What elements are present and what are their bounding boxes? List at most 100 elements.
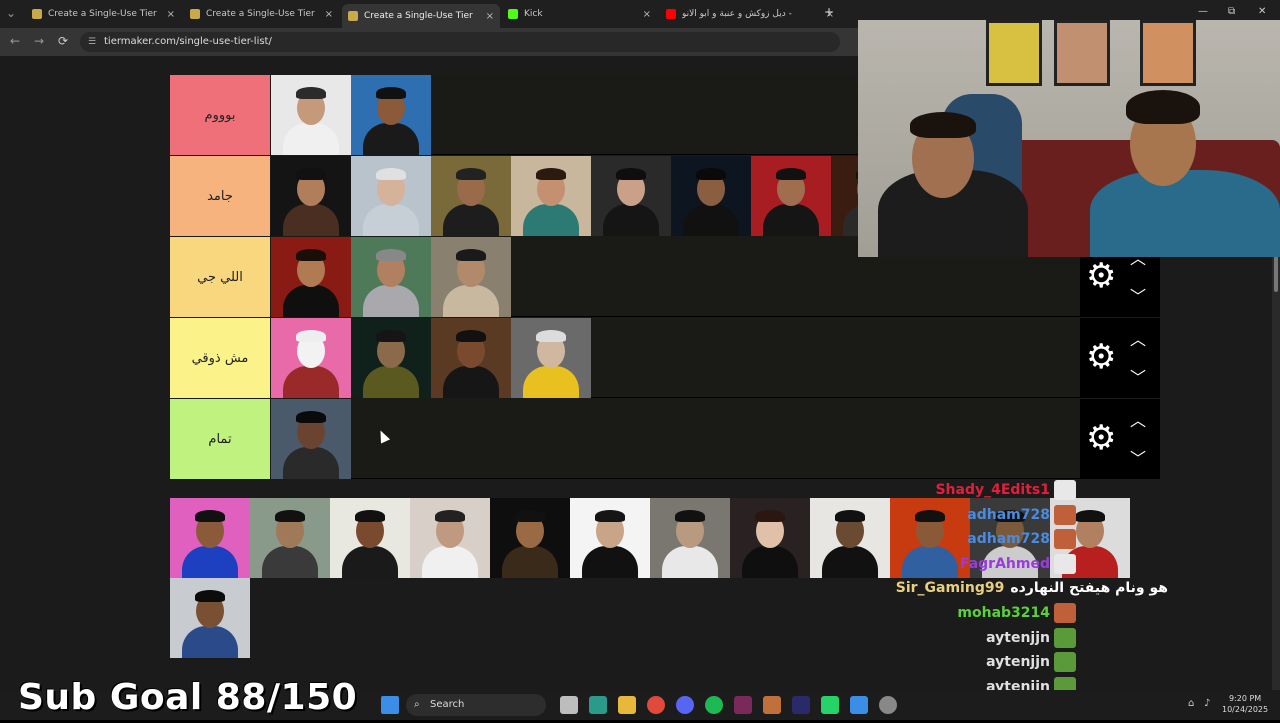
person-hair (835, 510, 865, 522)
person-hair (376, 87, 406, 99)
tier-label[interactable]: جامد (170, 156, 270, 236)
tab-close-icon[interactable]: × (325, 9, 333, 20)
spotify-icon[interactable] (705, 696, 723, 714)
new-tab-button[interactable]: + (824, 5, 834, 19)
chat-username[interactable]: FagrAhmed (960, 556, 1050, 572)
unranked-item-image[interactable] (410, 498, 490, 578)
app-icon[interactable] (763, 696, 781, 714)
obs-icon[interactable] (734, 696, 752, 714)
taskbar-search-label: Search (430, 699, 465, 710)
gear-icon[interactable]: ⚙ (1086, 340, 1116, 374)
tier-item-image[interactable] (351, 318, 431, 398)
tab-close-icon[interactable]: × (643, 9, 651, 20)
tier-label[interactable]: بوووم (170, 75, 270, 155)
person-hair (376, 249, 406, 261)
back-button[interactable]: ← (10, 34, 20, 48)
browser-tab[interactable]: Create a Single-Use Tier List (P × (26, 4, 181, 24)
chat-username[interactable]: aytenjjn (986, 654, 1050, 670)
chat-emote-icon (1054, 603, 1076, 623)
tier-item-image[interactable] (431, 318, 511, 398)
settings-icon[interactable] (879, 696, 897, 714)
chat-message: Shady_4Edits1 (935, 478, 1076, 502)
tier-item-image[interactable] (591, 156, 671, 236)
forward-button[interactable]: → (34, 34, 44, 48)
tab-close-icon[interactable]: × (486, 11, 494, 22)
person-torso (283, 123, 339, 155)
chat-username[interactable]: adham728 (967, 531, 1050, 547)
unranked-item-image[interactable] (250, 498, 330, 578)
gear-icon[interactable]: ⚙ (1086, 421, 1116, 455)
task-view-icon[interactable] (560, 696, 578, 714)
tier-item-image[interactable] (751, 156, 831, 236)
chrome-icon[interactable] (647, 696, 665, 714)
tier-label[interactable]: مش ذوقي (170, 318, 270, 398)
tab-close-icon[interactable]: × (167, 9, 175, 20)
chevron-down-icon[interactable]: ﹀ (1130, 445, 1146, 469)
notepad-icon[interactable] (850, 696, 868, 714)
scrollbar-thumb[interactable] (1274, 256, 1278, 292)
file-explorer-icon[interactable] (618, 696, 636, 714)
unranked-item-image[interactable] (890, 498, 970, 578)
person-torso (283, 366, 339, 398)
unranked-item-image[interactable] (170, 578, 250, 658)
unranked-item-image[interactable] (730, 498, 810, 578)
site-info-icon[interactable]: ☰ (88, 32, 96, 52)
tier-item-image[interactable] (271, 318, 351, 398)
chevron-down-icon[interactable]: ﹀ (1130, 364, 1146, 388)
unranked-item-image[interactable] (170, 498, 250, 578)
chat-username[interactable]: adham728 (967, 507, 1050, 523)
chat-emote-icon (1054, 480, 1076, 500)
volume-icon[interactable]: ♪ (1204, 698, 1210, 709)
tier-item-image[interactable] (351, 156, 431, 236)
reload-button[interactable]: ⟳ (58, 34, 68, 48)
unranked-item-image[interactable] (650, 498, 730, 578)
taskbar-search[interactable]: ⌕ Search (406, 694, 546, 716)
tab-search-menu-button[interactable]: ⌄ (6, 6, 16, 20)
maximize-button[interactable]: ⧉ (1228, 6, 1235, 17)
tier-item-image[interactable] (511, 156, 591, 236)
premiere-icon[interactable] (792, 696, 810, 714)
tier-item-image[interactable] (671, 156, 751, 236)
chat-username[interactable]: mohab3214 (957, 605, 1050, 621)
browser-tab[interactable]: Create a Single-Use Tier List (P × (342, 4, 500, 28)
tier-label[interactable]: اللي جي (170, 237, 270, 317)
browser-tab[interactable]: Create a Single-Use Tier List (P × (184, 4, 339, 24)
tier-item-image[interactable] (431, 237, 511, 317)
chat-username[interactable]: aytenjjn (986, 630, 1050, 646)
unranked-item-image[interactable] (570, 498, 650, 578)
streamer-right-body (1090, 170, 1280, 257)
start-icon[interactable] (381, 696, 399, 714)
tier-item-image[interactable] (351, 237, 431, 317)
unranked-item-image[interactable] (330, 498, 410, 578)
minimize-button[interactable]: — (1198, 6, 1208, 17)
person-torso (342, 546, 398, 578)
tier-item-image[interactable] (511, 318, 591, 398)
url-field[interactable]: ☰ tiermaker.com/single-use-tier-list/ (80, 32, 840, 52)
whatsapp-icon[interactable] (821, 696, 839, 714)
tab-favicon-icon (32, 9, 42, 19)
browser-tab[interactable]: Kick × (502, 4, 657, 24)
browser-tab[interactable]: العو - ديل زوكش و عنبة و ابو الانو× (660, 4, 840, 24)
chevron-up-icon[interactable]: ︿ (1130, 407, 1146, 431)
gear-icon[interactable]: ⚙ (1086, 259, 1116, 293)
discord-icon[interactable] (676, 696, 694, 714)
chevron-up-icon[interactable]: ︿ (1130, 326, 1146, 350)
network-icon[interactable]: ⌂ (1188, 698, 1194, 709)
chat-username[interactable]: Shady_4Edits1 (935, 482, 1050, 498)
tier-item-image[interactable] (271, 156, 351, 236)
system-clock[interactable]: 9:20 PM 10/24/2025 (1222, 693, 1268, 715)
edge-icon[interactable] (589, 696, 607, 714)
unranked-item-image[interactable] (490, 498, 570, 578)
chat-username[interactable]: Sir_Gaming99 (896, 580, 1005, 596)
tier-item-image[interactable] (271, 237, 351, 317)
unranked-item-image[interactable] (810, 498, 890, 578)
tab-favicon-icon (348, 11, 358, 21)
tier-item-image[interactable] (271, 75, 351, 155)
person-hair (536, 330, 566, 342)
tier-item-image[interactable] (431, 156, 511, 236)
tier-label[interactable]: تمام (170, 399, 270, 479)
chevron-down-icon[interactable]: ﹀ (1130, 283, 1146, 307)
close-window-button[interactable]: ✕ (1258, 6, 1266, 17)
tier-item-image[interactable] (271, 399, 351, 479)
tier-item-image[interactable] (351, 75, 431, 155)
